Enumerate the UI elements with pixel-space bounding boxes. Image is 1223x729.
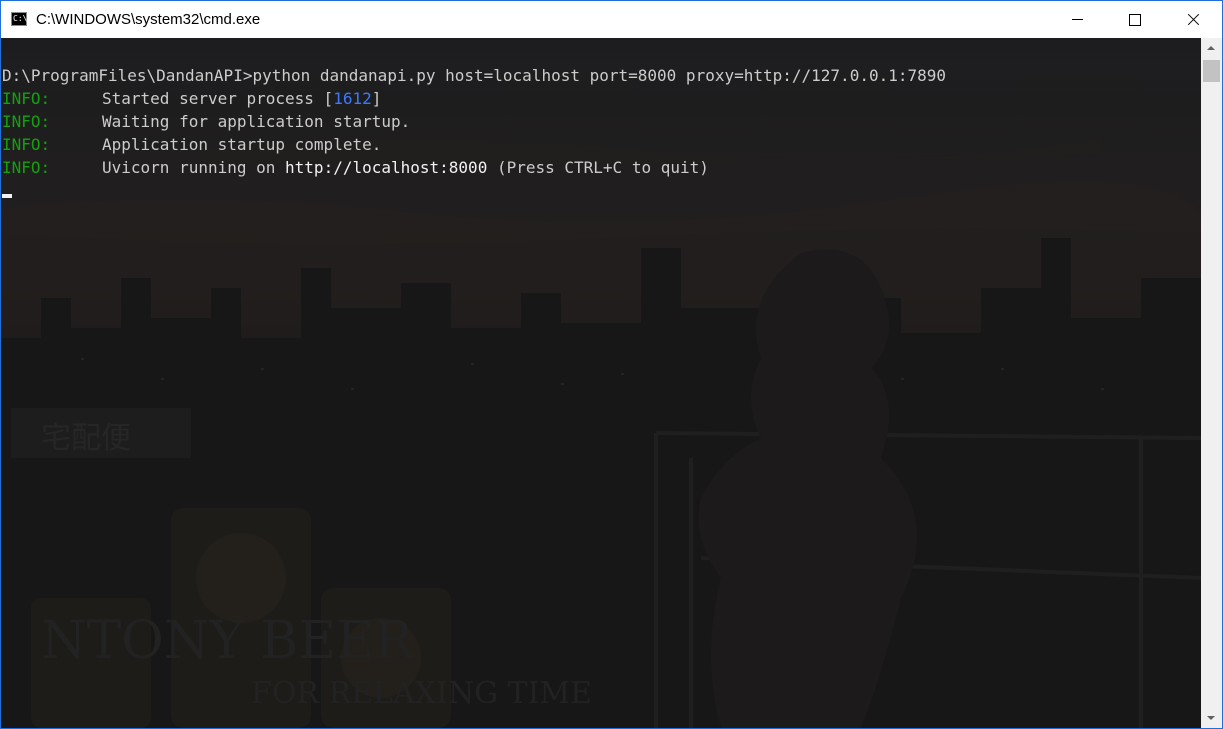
cmd-icon-glyph: C:\: [13, 14, 28, 23]
console-area[interactable]: 宅配便 NTONY BEER FOR RELAXING TIME D:\Prog…: [1, 38, 1201, 728]
window-title: C:\WINDOWS\system32\cmd.exe: [36, 11, 261, 28]
wallpaper-beer-text: NTONY BEER: [41, 611, 415, 671]
log-line: INFO: Uvicorn running on http://localhost…: [2, 156, 709, 179]
title-bar[interactable]: C:\ C:\WINDOWS\system32\cmd.exe: [1, 1, 1222, 38]
log-level: INFO:: [2, 135, 51, 154]
minimize-button[interactable]: [1048, 1, 1106, 38]
cmd-icon[interactable]: C:\: [11, 12, 27, 26]
maximize-button[interactable]: [1106, 1, 1164, 38]
log-level: INFO:: [2, 158, 51, 177]
log-line: INFO: Waiting for application startup.: [2, 110, 410, 133]
process-id: 1612: [333, 89, 372, 108]
command-text: python dandanapi.py host=localhost port=…: [252, 66, 947, 85]
chevron-up-icon: [1207, 46, 1215, 50]
command-line: D:\ProgramFiles\DandanAPI>python dandana…: [2, 64, 946, 87]
log-level: INFO:: [2, 112, 51, 131]
wallpaper-sign-text: 宅配便: [41, 421, 131, 456]
scroll-down-button[interactable]: [1201, 708, 1222, 728]
server-url: http://localhost:8000: [285, 158, 488, 177]
log-message: Waiting for application startup.: [102, 112, 411, 131]
minimize-icon: [1072, 19, 1083, 20]
text-cursor: [2, 194, 12, 198]
vertical-scrollbar[interactable]: [1201, 38, 1222, 728]
scroll-up-button[interactable]: [1201, 38, 1222, 58]
maximize-icon: [1129, 14, 1141, 26]
scroll-thumb[interactable]: [1203, 60, 1220, 82]
log-line: INFO: Started server process [1612]: [2, 87, 381, 110]
log-level: INFO:: [2, 89, 51, 108]
log-message: Application startup complete.: [102, 135, 382, 154]
log-message: Started server process [: [102, 89, 334, 108]
log-message-end: ]: [371, 89, 382, 108]
prompt-text: D:\ProgramFiles\DandanAPI>: [2, 66, 253, 85]
log-message: Uvicorn running on: [102, 158, 286, 177]
cmd-window: C:\ C:\WINDOWS\system32\cmd.exe 宅配便 NTON…: [0, 0, 1223, 729]
log-line: INFO: Application startup complete.: [2, 133, 381, 156]
close-button[interactable]: [1164, 1, 1222, 38]
log-message-end: (Press CTRL+C to quit): [487, 158, 709, 177]
wallpaper-slogan-text: FOR RELAXING TIME: [251, 676, 592, 711]
chevron-down-icon: [1207, 716, 1215, 720]
